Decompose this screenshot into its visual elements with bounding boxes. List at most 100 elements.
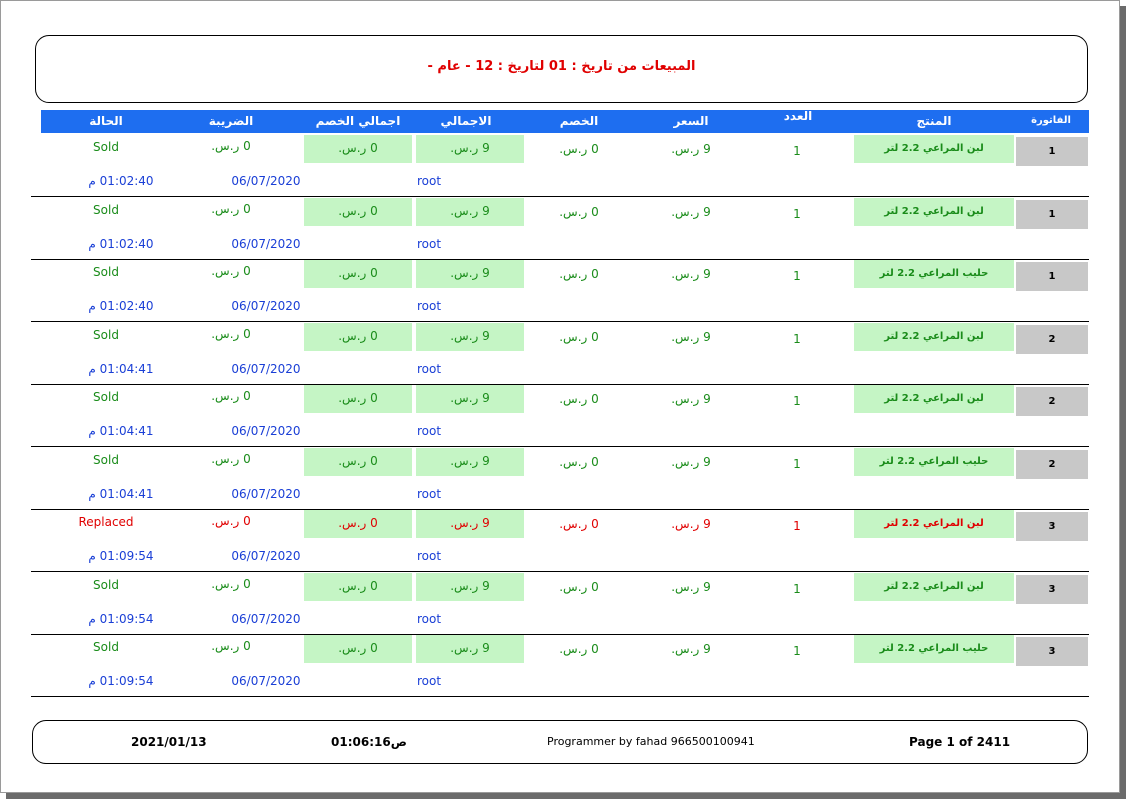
qty-value: 1 bbox=[793, 144, 801, 158]
total-value: 9 ر.س. bbox=[416, 510, 524, 538]
total-discount-value: 0 ر.س. bbox=[304, 447, 412, 476]
status-value: Replaced bbox=[78, 515, 134, 529]
user-name: root bbox=[416, 486, 442, 501]
product-name: حليب المراعي 2.2 لتر bbox=[854, 447, 1014, 476]
qty-value: 1 bbox=[793, 519, 801, 533]
tax-value: 0 ر.س. bbox=[211, 389, 251, 403]
tax-value: 0 ر.س. bbox=[211, 451, 251, 466]
price-value: 9 ر.س. bbox=[671, 204, 711, 219]
status-value: Sold bbox=[93, 390, 119, 404]
discount-value: 0 ر.س. bbox=[559, 579, 599, 594]
user-name: root bbox=[416, 174, 442, 188]
price-value: 9 ر.س. bbox=[671, 454, 711, 469]
total-value: 9 ر.س. bbox=[416, 197, 524, 226]
user-name: root bbox=[416, 236, 442, 251]
discount-value: 0 ر.س. bbox=[559, 142, 599, 156]
total-discount-value: 0 ر.س. bbox=[304, 572, 412, 601]
footer-date: 2021/01/13 bbox=[131, 735, 207, 749]
sale-date: 06/07/2020 bbox=[231, 236, 301, 251]
total-discount-value: 0 ر.س. bbox=[304, 510, 412, 538]
invoice-number: 1 bbox=[1016, 262, 1088, 291]
tax-value: 0 ر.س. bbox=[211, 326, 251, 341]
table-row: 3 لبن المراعي 2.2 لتر 1 9 ر.س. 0 ر.س. 9 ر.س. 0… bbox=[31, 509, 1089, 572]
footer-page: Page 1 of 2411 bbox=[909, 735, 1011, 749]
sale-time: 01:02:40 م bbox=[88, 174, 154, 188]
status-value: Sold bbox=[93, 577, 119, 592]
total-value: 9 ر.س. bbox=[416, 447, 524, 476]
product-name: لبن المراعي 2.2 لتر bbox=[854, 510, 1014, 538]
table-row: 2 لبن المراعي 2.2 لتر 1 9 ر.س. 0 ر.س. 9 ر.س. 0… bbox=[31, 322, 1089, 385]
qty-value: 1 bbox=[793, 456, 801, 471]
discount-value: 0 ر.س. bbox=[559, 517, 599, 531]
sale-date: 06/07/2020 bbox=[231, 174, 301, 188]
total-discount-value: 0 ر.س. bbox=[304, 322, 412, 351]
price-value: 9 ر.س. bbox=[671, 642, 711, 656]
user-name: root bbox=[416, 549, 442, 563]
discount-value: 0 ر.س. bbox=[559, 454, 599, 469]
total-value: 9 ر.س. bbox=[416, 385, 524, 413]
qty-value: 1 bbox=[793, 331, 801, 346]
invoice-number: 2 bbox=[1016, 449, 1088, 479]
invoice-number: 3 bbox=[1016, 512, 1088, 541]
status-value: Sold bbox=[93, 140, 119, 154]
report-page: المبيعات من تاريخ : 01 لتاريخ : 12 - عام… bbox=[0, 0, 1120, 793]
sale-time: 01:04:41 م bbox=[88, 486, 154, 501]
total-value: 9 ر.س. bbox=[416, 322, 524, 351]
total-value: 9 ر.س. bbox=[416, 635, 524, 663]
price-value: 9 ر.س. bbox=[671, 267, 711, 281]
price-value: 9 ر.س. bbox=[671, 142, 711, 156]
report-title-box: المبيعات من تاريخ : 01 لتاريخ : 12 - عام… bbox=[35, 35, 1088, 103]
sale-time: 01:02:40 م bbox=[88, 299, 154, 313]
footer-programmer: Programmer by fahad 966500100941 bbox=[547, 735, 755, 748]
total-value: 9 ر.س. bbox=[416, 135, 524, 163]
sale-time: 01:09:54 م bbox=[88, 549, 154, 563]
table-row: 2 حليب المراعي 2.2 لتر 1 9 ر.س. 0 ر.س. 9 ر.س.… bbox=[31, 447, 1089, 510]
user-name: root bbox=[416, 611, 442, 626]
tax-value: 0 ر.س. bbox=[211, 264, 251, 278]
qty-value: 1 bbox=[793, 394, 801, 408]
sale-date: 06/07/2020 bbox=[231, 299, 301, 313]
total-value: 9 ر.س. bbox=[416, 572, 524, 601]
status-value: Sold bbox=[93, 327, 119, 342]
tax-value: 0 ر.س. bbox=[211, 639, 251, 653]
qty-value: 1 bbox=[793, 581, 801, 596]
header-qty: العدد bbox=[783, 109, 813, 123]
tax-value: 0 ر.س. bbox=[211, 514, 251, 528]
report-title: المبيعات من تاريخ : 01 لتاريخ : 12 - عام… bbox=[427, 59, 696, 74]
product-name: لبن المراعي 2.2 لتر bbox=[854, 197, 1014, 226]
sale-time: 01:04:41 م bbox=[88, 424, 154, 438]
table-row: 3 لبن المراعي 2.2 لتر 1 9 ر.س. 0 ر.س. 9 ر.س. 0… bbox=[31, 572, 1089, 635]
header-product: المنتج bbox=[916, 114, 952, 128]
header-price: السعر bbox=[673, 114, 709, 128]
invoice-number: 2 bbox=[1016, 387, 1088, 416]
product-name: حليب المراعي 2.2 لتر bbox=[854, 635, 1014, 663]
tax-value: 0 ر.س. bbox=[211, 201, 251, 216]
user-name: root bbox=[416, 424, 442, 438]
total-discount-value: 0 ر.س. bbox=[304, 635, 412, 663]
report-footer: 2021/01/13 01:06:16ص Programmer by fahad… bbox=[32, 720, 1088, 764]
sale-time: 01:02:40 م bbox=[88, 236, 154, 251]
sale-time: 01:09:54 م bbox=[88, 674, 154, 688]
total-discount-value: 0 ر.س. bbox=[304, 385, 412, 413]
product-name: لبن المراعي 2.2 لتر bbox=[854, 135, 1014, 163]
discount-value: 0 ر.س. bbox=[559, 642, 599, 656]
product-name: لبن المراعي 2.2 لتر bbox=[854, 322, 1014, 351]
price-value: 9 ر.س. bbox=[671, 517, 711, 531]
qty-value: 1 bbox=[793, 269, 801, 283]
invoice-number: 3 bbox=[1016, 637, 1088, 666]
header-invoice: الفاتورة bbox=[1031, 115, 1071, 126]
discount-value: 0 ر.س. bbox=[559, 392, 599, 406]
sale-date: 06/07/2020 bbox=[231, 674, 301, 688]
discount-value: 0 ر.س. bbox=[559, 329, 599, 344]
sale-date: 06/07/2020 bbox=[231, 486, 301, 501]
header-tax: الضريبة bbox=[208, 114, 254, 128]
user-name: root bbox=[416, 361, 442, 376]
status-value: Sold bbox=[93, 640, 119, 654]
sale-date: 06/07/2020 bbox=[231, 424, 301, 438]
header-discount: الخصم bbox=[559, 114, 599, 128]
sale-date: 06/07/2020 bbox=[231, 611, 301, 626]
price-value: 9 ر.س. bbox=[671, 392, 711, 406]
price-value: 9 ر.س. bbox=[671, 329, 711, 344]
invoice-number: 1 bbox=[1016, 199, 1088, 229]
total-discount-value: 0 ر.س. bbox=[304, 135, 412, 163]
